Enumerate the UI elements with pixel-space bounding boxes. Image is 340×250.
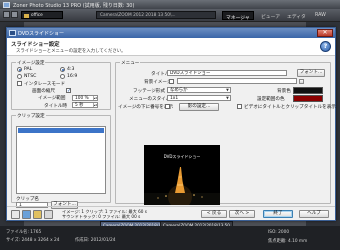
range-label: イメージ範囲 [38, 96, 66, 101]
help-icon[interactable]: ? [320, 41, 331, 52]
app-title-bar: Zoner Photo Studio 13 PRO (試用版, 残り日数: 30… [0, 0, 340, 9]
folder-label: office [31, 13, 43, 18]
header-title: スライドショー設定 [11, 41, 60, 48]
status-bar: ファイル名: 1765 サイズ: 2448 x 3264 x 24 作成日: 2… [0, 226, 340, 250]
chevron-down-icon: ▼ [226, 95, 229, 100]
mode-tab-editor[interactable]: エディタ [284, 11, 309, 20]
forward-nav-icon[interactable] [11, 11, 18, 18]
mode-tab-manager[interactable]: マネージャ [222, 11, 254, 21]
back-button[interactable]: < 戻る [201, 210, 227, 218]
menu-title-input[interactable]: DVDスライドショー [167, 70, 287, 76]
status-size: サイズ: 2448 x 3264 x 24 [6, 238, 60, 243]
status-date: 作成日: 2012/01/24 [75, 238, 116, 243]
menu-preview: DVDスライドショー [144, 145, 220, 205]
dialog-bottom-bar: イメージ: 1 クリップ: 1 ファイル: 最大 60 s サウンドトラック: … [7, 206, 335, 221]
duration-value: 5 秒 [75, 103, 84, 108]
bg-color-label: 背景色 [277, 89, 291, 94]
radio-pal-label: PAL [24, 66, 33, 72]
clip-list[interactable] [16, 126, 106, 194]
frame-color-swatch[interactable] [293, 95, 323, 102]
menu-style-value: 1x1 [170, 95, 179, 101]
status-iso: ISO: 2000 [268, 230, 290, 235]
bg-image-label: 背景イメージ [144, 80, 172, 85]
radio-pal[interactable] [17, 67, 22, 72]
range-value: 100 % [75, 95, 89, 101]
dvd-icon [9, 30, 16, 36]
dialog-header: スライドショー設定 スライドショーとメニューの設定を入力してください。 ? [7, 38, 335, 56]
footage-select[interactable]: なめらか ▼ [167, 86, 231, 93]
close-button[interactable]: ✕ [317, 29, 333, 37]
range-spinner[interactable]: 100 % ▴▾ [72, 94, 98, 101]
open-folder-icon[interactable] [33, 210, 42, 219]
sequence-info: イメージ: 1 クリップ: 1 ファイル: 最大 60 s サウンドトラック: … [62, 209, 147, 220]
browse-icon[interactable] [299, 78, 304, 84]
footage-label: フッテージ形式 [133, 88, 166, 94]
bg-image-checkbox[interactable] [169, 79, 174, 84]
duration-spinner[interactable]: 5 秒 ▴▾ [72, 102, 98, 108]
status-file-name: ファイル名: 1765 [6, 230, 42, 235]
menu-style-label: メニューのスタイル [129, 96, 171, 102]
radio-16-9-label: 16:9 [67, 73, 78, 79]
radio-4-3-label: 4:3 [67, 66, 75, 72]
radio-ntsc[interactable] [17, 74, 22, 79]
app-title: Zoner Photo Studio 13 PRO (試用版, 残り日数: 30… [13, 2, 135, 9]
dialog-title: DVDスライドショー [18, 31, 65, 37]
dialog-title-bar: DVDスライドショー ✕ [7, 28, 335, 38]
duration-label: タイトル時 [44, 103, 67, 109]
folder-selector[interactable]: office [21, 11, 63, 19]
dvd-slideshow-dialog: DVDスライドショー ✕ スライドショー設定 スライドショーとメニューの設定を入… [6, 27, 336, 221]
fit-checkbox[interactable] [66, 88, 71, 94]
menu-font-button[interactable]: フォント... [297, 69, 325, 77]
finish-button[interactable]: 終了 [263, 210, 293, 218]
radio-ntsc-label: NTSC [24, 73, 37, 79]
chevron-down-icon: ▼ [226, 87, 229, 92]
menu-group-label: メニュー [120, 60, 141, 66]
add-image-icon[interactable] [11, 210, 20, 219]
mode-tab-viewer[interactable]: ビューア [258, 11, 283, 20]
back-nav-icon[interactable] [3, 11, 10, 18]
footage-value: なめらか [170, 87, 188, 93]
clip-settings-label: クリップ設定 [16, 113, 46, 119]
add-audio-icon[interactable] [22, 210, 31, 219]
frame-color-label: 設定範囲の色 [257, 97, 285, 102]
clip-list-item-selected[interactable] [18, 128, 104, 133]
radio-4-3[interactable] [60, 67, 65, 72]
bg-image-path[interactable] [177, 78, 297, 84]
app-toolbar: office Camera\ZOOM 2012 2018 13 50\... マ… [0, 9, 340, 22]
folder-icon [24, 13, 29, 18]
interlace-checkbox[interactable] [17, 81, 22, 86]
header-subtitle: スライドショーとメニューの設定を入力してください。 [16, 48, 126, 54]
radio-16-9[interactable] [60, 74, 65, 79]
next-button[interactable]: 次へ > [229, 210, 255, 218]
app-logo-icon [3, 1, 10, 8]
info-line-2: サウンドトラック: 0 ファイル: 最大 00 s [62, 214, 141, 220]
image-settings-label: イメージ設定 [16, 60, 46, 66]
spinner-arrows-icon[interactable]: ▴▾ [93, 103, 97, 107]
help-button[interactable]: ヘルプ [299, 210, 329, 218]
status-focal: 焦点距離: 4.10 mm [268, 239, 308, 244]
mode-tab-raw[interactable]: RAW [312, 11, 329, 20]
image-settings-group: イメージ設定 PAL NTSC 4:3 16:9 インタレースモード 画面の縮尺… [11, 60, 111, 110]
video-title-label: ビデオにタイトルとクリップタイトルを表示 [244, 104, 336, 110]
fit-label: 画面の縮尺 [32, 89, 55, 94]
bg-color-swatch[interactable] [293, 87, 323, 94]
tower-photo-icon [144, 167, 220, 205]
video-title-checkbox[interactable] [237, 104, 242, 109]
interlace-label: インタレースモード [24, 81, 66, 87]
path-field[interactable]: Camera\ZOOM 2012 2018 13 50\... [96, 11, 216, 19]
menu-style-select[interactable]: 1x1 ▼ [167, 94, 231, 101]
show-number-checkbox[interactable] [165, 104, 170, 109]
settings-icon[interactable] [44, 210, 53, 219]
spinner-arrows-icon[interactable]: ▴▾ [93, 95, 97, 100]
shadow-settings-button[interactable]: 影の設定... [179, 102, 219, 111]
